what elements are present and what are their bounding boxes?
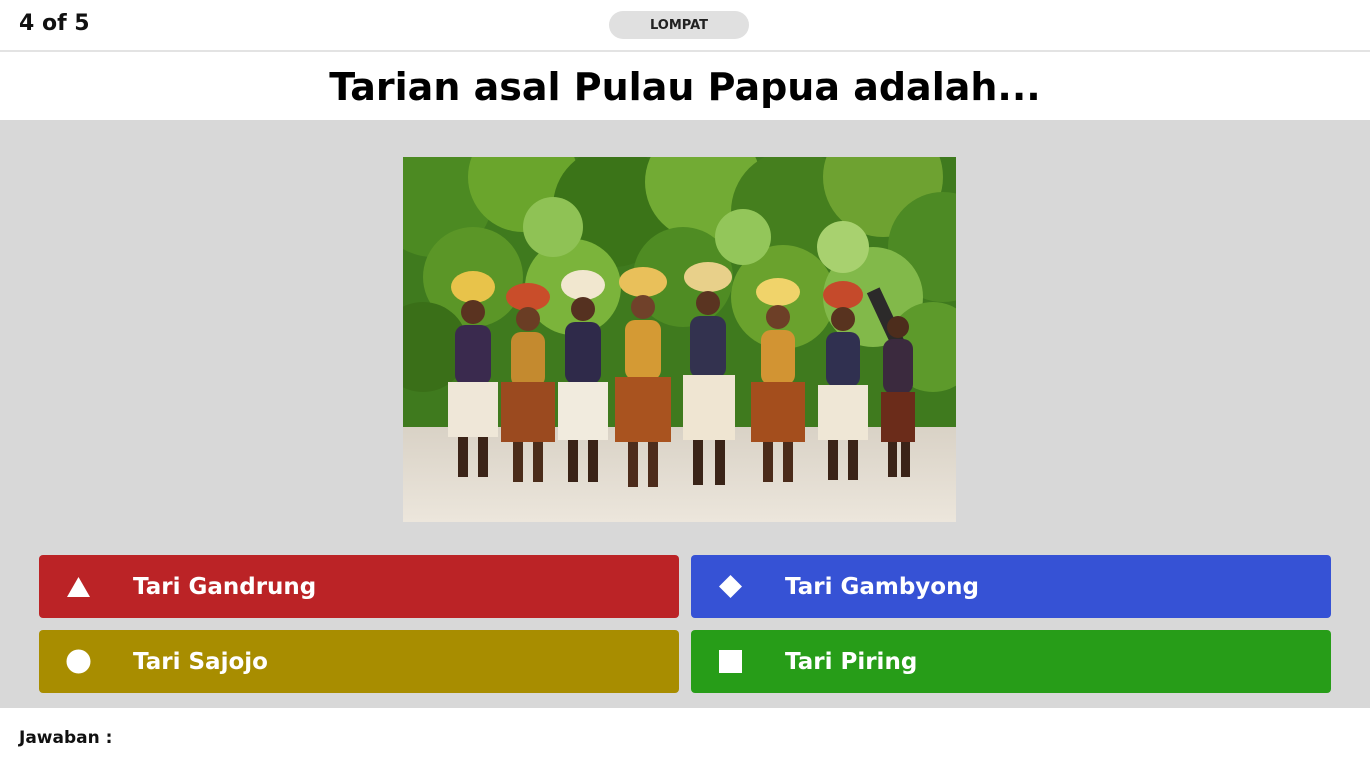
- question-stage: Tari Gandrung Tari Gambyong Tari Sajojo …: [0, 120, 1370, 708]
- triangle-icon: [66, 574, 91, 599]
- answer-option-label: Tari Gandrung: [133, 573, 317, 600]
- answer-option-4[interactable]: Tari Piring: [691, 630, 1331, 693]
- answer-option-3[interactable]: Tari Sajojo: [39, 630, 679, 693]
- question-counter: 4 of 5: [19, 11, 90, 36]
- answer-option-2[interactable]: Tari Gambyong: [691, 555, 1331, 618]
- answer-label: Jawaban :: [19, 728, 113, 748]
- answer-option-label: Tari Gambyong: [785, 573, 979, 600]
- answer-option-label: Tari Sajojo: [133, 648, 268, 675]
- skip-button[interactable]: LOMPAT: [609, 11, 749, 39]
- answer-footer: Jawaban :: [0, 708, 1370, 768]
- top-bar: 4 of 5 LOMPAT: [0, 0, 1370, 52]
- question-image: [403, 157, 956, 522]
- answer-option-label: Tari Piring: [785, 648, 918, 675]
- diamond-icon: [718, 574, 743, 599]
- answer-option-1[interactable]: Tari Gandrung: [39, 555, 679, 618]
- square-icon: [718, 649, 743, 674]
- question-title: Tarian asal Pulau Papua adalah...: [329, 65, 1041, 109]
- circle-icon: [66, 649, 91, 674]
